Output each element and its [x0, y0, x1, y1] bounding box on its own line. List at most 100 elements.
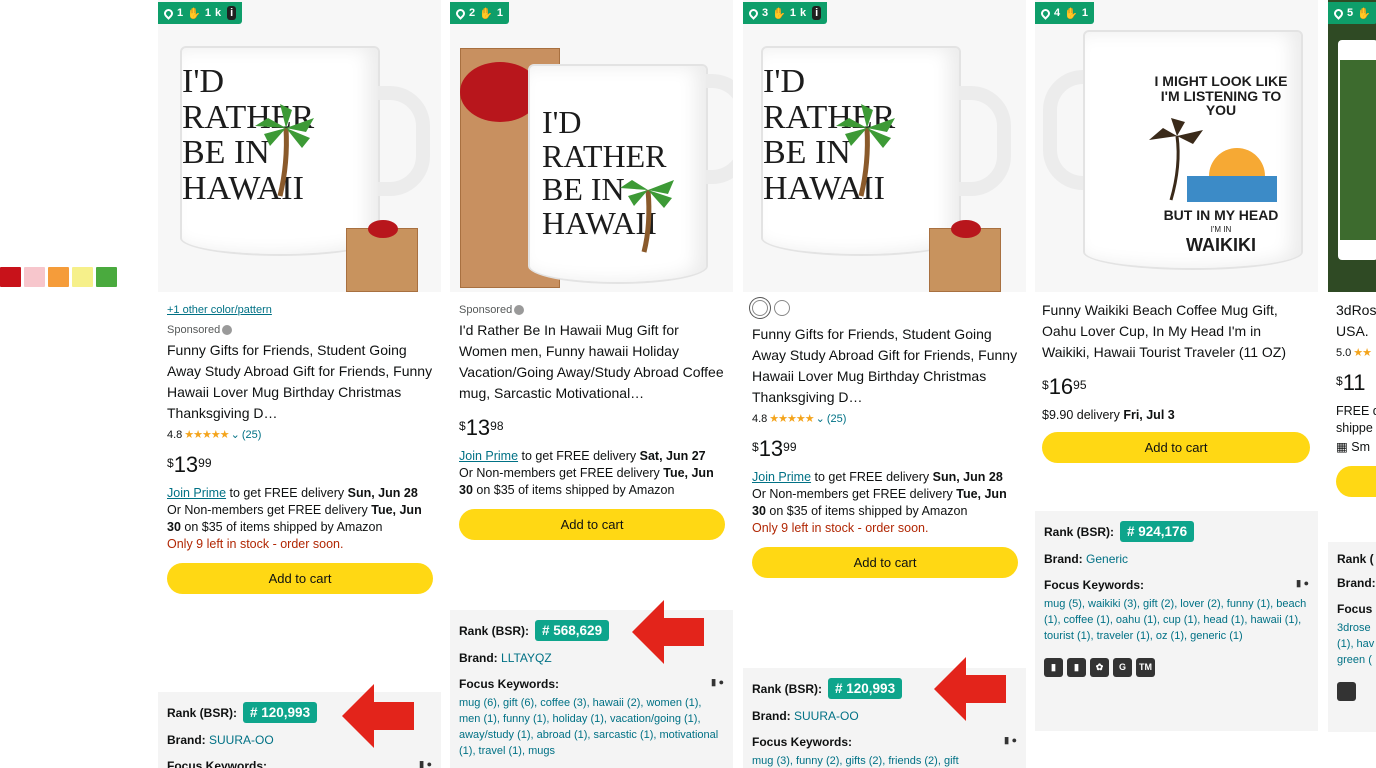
focus-keywords-label: Focus Keywords: ▮ ●: [1044, 578, 1309, 592]
rating[interactable]: 4.8 ★★★★★ ⌄ (25): [167, 428, 433, 442]
reviews-icon: ✋: [1357, 7, 1371, 20]
pin-icon: [1039, 6, 1052, 20]
info-icon[interactable]: [222, 325, 233, 336]
product-card: I MIGHT LOOK LIKE I'M LISTENING TO YOU B…: [1035, 0, 1318, 768]
palm-tree-icon: [255, 104, 314, 197]
color-option-selected[interactable]: [752, 300, 768, 316]
rank-badge: # 120,993: [243, 702, 318, 723]
swatch-orange[interactable]: [48, 267, 69, 287]
brand: Brand:: [1337, 576, 1376, 590]
product-title[interactable]: Funny Gifts for Friends, Student Going A…: [752, 324, 1018, 408]
position-badge: 3 ✋ 1 k i: [743, 2, 828, 24]
add-to-cart-button[interactable]: Add to cart: [167, 563, 433, 594]
color-option[interactable]: [774, 300, 790, 316]
info-icon[interactable]: i: [812, 6, 822, 20]
rank-badge: # 924,176: [1120, 521, 1195, 542]
add-to-cart-button[interactable]: [1336, 466, 1376, 497]
trademark-icon[interactable]: TM: [1136, 658, 1155, 677]
copy-icon[interactable]: [1337, 682, 1356, 701]
stock-warning: Only 9 left in stock - order soon.: [752, 521, 929, 535]
rating[interactable]: 5.0 ★★: [1336, 346, 1376, 360]
product-title[interactable]: I'd Rather Be In Hawaii Mug Gift for Wom…: [459, 320, 725, 404]
position-number: 1: [177, 7, 184, 19]
review-count[interactable]: (25): [242, 429, 262, 441]
swatch-red[interactable]: [0, 267, 21, 287]
product-title[interactable]: Funny Waikiki Beach Coffee Mug Gift, Oah…: [1042, 300, 1310, 363]
rating-value: 4.8: [752, 412, 768, 425]
reviews-icon: ✋: [479, 7, 493, 20]
join-prime-link[interactable]: Join Prime: [167, 486, 226, 500]
price: $11: [1336, 370, 1366, 395]
brand-link[interactable]: LLTAYQZ: [501, 651, 552, 665]
focus-keywords[interactable]: mug (5), waikiki (3), gift (2), lover (2…: [1044, 596, 1309, 644]
product-card: I'D RATHER BE IN HAWAII 3 ✋ 1 k i Funny …: [743, 0, 1026, 768]
price: $13 99: [752, 436, 797, 461]
seller-tool-panel: Rank (BSR): # 924,176 Brand: Generic Focu…: [1035, 511, 1318, 731]
brain-icon[interactable]: ✿: [1090, 658, 1109, 677]
brand-link[interactable]: SUURA-OO: [794, 709, 859, 723]
copy-icon[interactable]: ▮: [1044, 658, 1063, 677]
swatch-yellow[interactable]: [72, 267, 93, 287]
product-image[interactable]: 5 ✋: [1328, 0, 1376, 292]
product-title[interactable]: Funny Gifts for Friends, Student Going A…: [167, 340, 433, 424]
join-prime-link[interactable]: Join Prime: [752, 470, 811, 484]
join-prime-link[interactable]: Join Prime: [459, 449, 518, 463]
rating-value: 5.0: [1336, 346, 1352, 359]
swatch-pink[interactable]: [24, 267, 45, 287]
info-icon[interactable]: [514, 305, 525, 316]
product-image[interactable]: I MIGHT LOOK LIKE I'M LISTENING TO YOU B…: [1035, 0, 1318, 292]
add-to-cart-button[interactable]: Add to cart: [459, 509, 725, 540]
color-options: [752, 300, 1018, 316]
position-badge: 2 ✋ 1: [450, 2, 509, 24]
shop-icon: ▦: [1336, 440, 1348, 454]
focus-keywords-label: Focus Keywords: ▮ ●: [752, 735, 1017, 749]
position-badge: 1 ✋ 1 k i: [158, 2, 243, 24]
brand-link[interactable]: Generic: [1086, 552, 1128, 566]
chevron-down-icon[interactable]: ⌄: [816, 412, 825, 425]
review-count[interactable]: (25): [827, 413, 847, 425]
mug-print-text: BUT IN MY HEAD: [1163, 207, 1279, 223]
brand: Brand: Generic: [1044, 552, 1129, 566]
star-rating-icon: ★★★★★: [769, 413, 814, 425]
document-icon[interactable]: ▮: [1067, 658, 1086, 677]
pin-icon: [162, 6, 175, 20]
focus-keywords[interactable]: mug (6), gift (6), coffee (3), hawaii (2…: [459, 695, 724, 759]
info-icon[interactable]: i: [227, 6, 237, 20]
focus-keywords-label: Focus Keywords: ▮ ●: [459, 677, 724, 691]
position-badge: 5 ✋: [1328, 2, 1376, 24]
pin-icon: [454, 6, 467, 20]
tool-icons: ▮ ▮ ✿ G TM: [1044, 658, 1309, 677]
rank-badge: # 120,993: [828, 678, 903, 699]
mug-print-text: I MIGHT LOOK LIKE I'M LISTENING TO YOU: [1154, 73, 1288, 119]
focus-keywords-label: Focus Keywords: ▮ ●: [167, 759, 432, 768]
add-to-cart-button[interactable]: Add to cart: [1042, 432, 1310, 463]
product-image[interactable]: I'D RATHER BE IN HAWAII 1 ✋ 1 k i: [158, 0, 441, 292]
delivery-info: Join Prime to get FREE delivery Sun, Jun…: [167, 486, 422, 534]
reviews-number: 1: [496, 7, 503, 19]
product-card: I'D RATHER BE IN HAWAII 1 ✋ 1 k i +1 oth…: [158, 0, 441, 768]
small-business-badge: ▦ Sm: [1336, 440, 1371, 454]
reviews-number: 1: [789, 7, 796, 19]
rank-label: Rank (: [1337, 552, 1374, 566]
tool-icons: [1337, 682, 1376, 701]
focus-keywords[interactable]: mug (3), funny (2), gifts (2), friends (…: [752, 753, 1017, 768]
seller-tool-panel: Rank ( Brand: Focus 3drose (1), hav gree…: [1328, 542, 1376, 732]
mug-print-text: I'M IN: [1210, 225, 1232, 234]
product-image[interactable]: I'D RATHER BE IN HAWAII 3 ✋ 1 k i: [743, 0, 1026, 292]
other-color-link[interactable]: +1 other color/pattern: [167, 304, 272, 316]
product-image[interactable]: I'D RATHER BE IN HAWAII 2 ✋ 1: [450, 0, 733, 292]
delivery-info: Join Prime to get FREE delivery Sat, Jun…: [459, 449, 714, 497]
star-rating-icon: ★★★★★: [184, 429, 229, 441]
add-to-cart-button[interactable]: Add to cart: [752, 547, 1018, 578]
palm-tree-icon: [620, 180, 674, 253]
reviews-icon: ✋: [187, 7, 201, 20]
color-swatches: [0, 267, 117, 287]
product-title[interactable]: 3dRos USA.: [1336, 300, 1376, 342]
swatch-green[interactable]: [96, 267, 117, 287]
focus-keywords[interactable]: 3drose (1), hav green (: [1337, 620, 1376, 668]
brand-link[interactable]: SUURA-OO: [209, 733, 274, 747]
rating[interactable]: 4.8 ★★★★★ ⌄ (25): [752, 412, 1018, 426]
chevron-down-icon[interactable]: ⌄: [231, 428, 240, 441]
google-icon[interactable]: G: [1113, 658, 1132, 677]
rank-label: Rank (BSR):: [752, 681, 823, 696]
